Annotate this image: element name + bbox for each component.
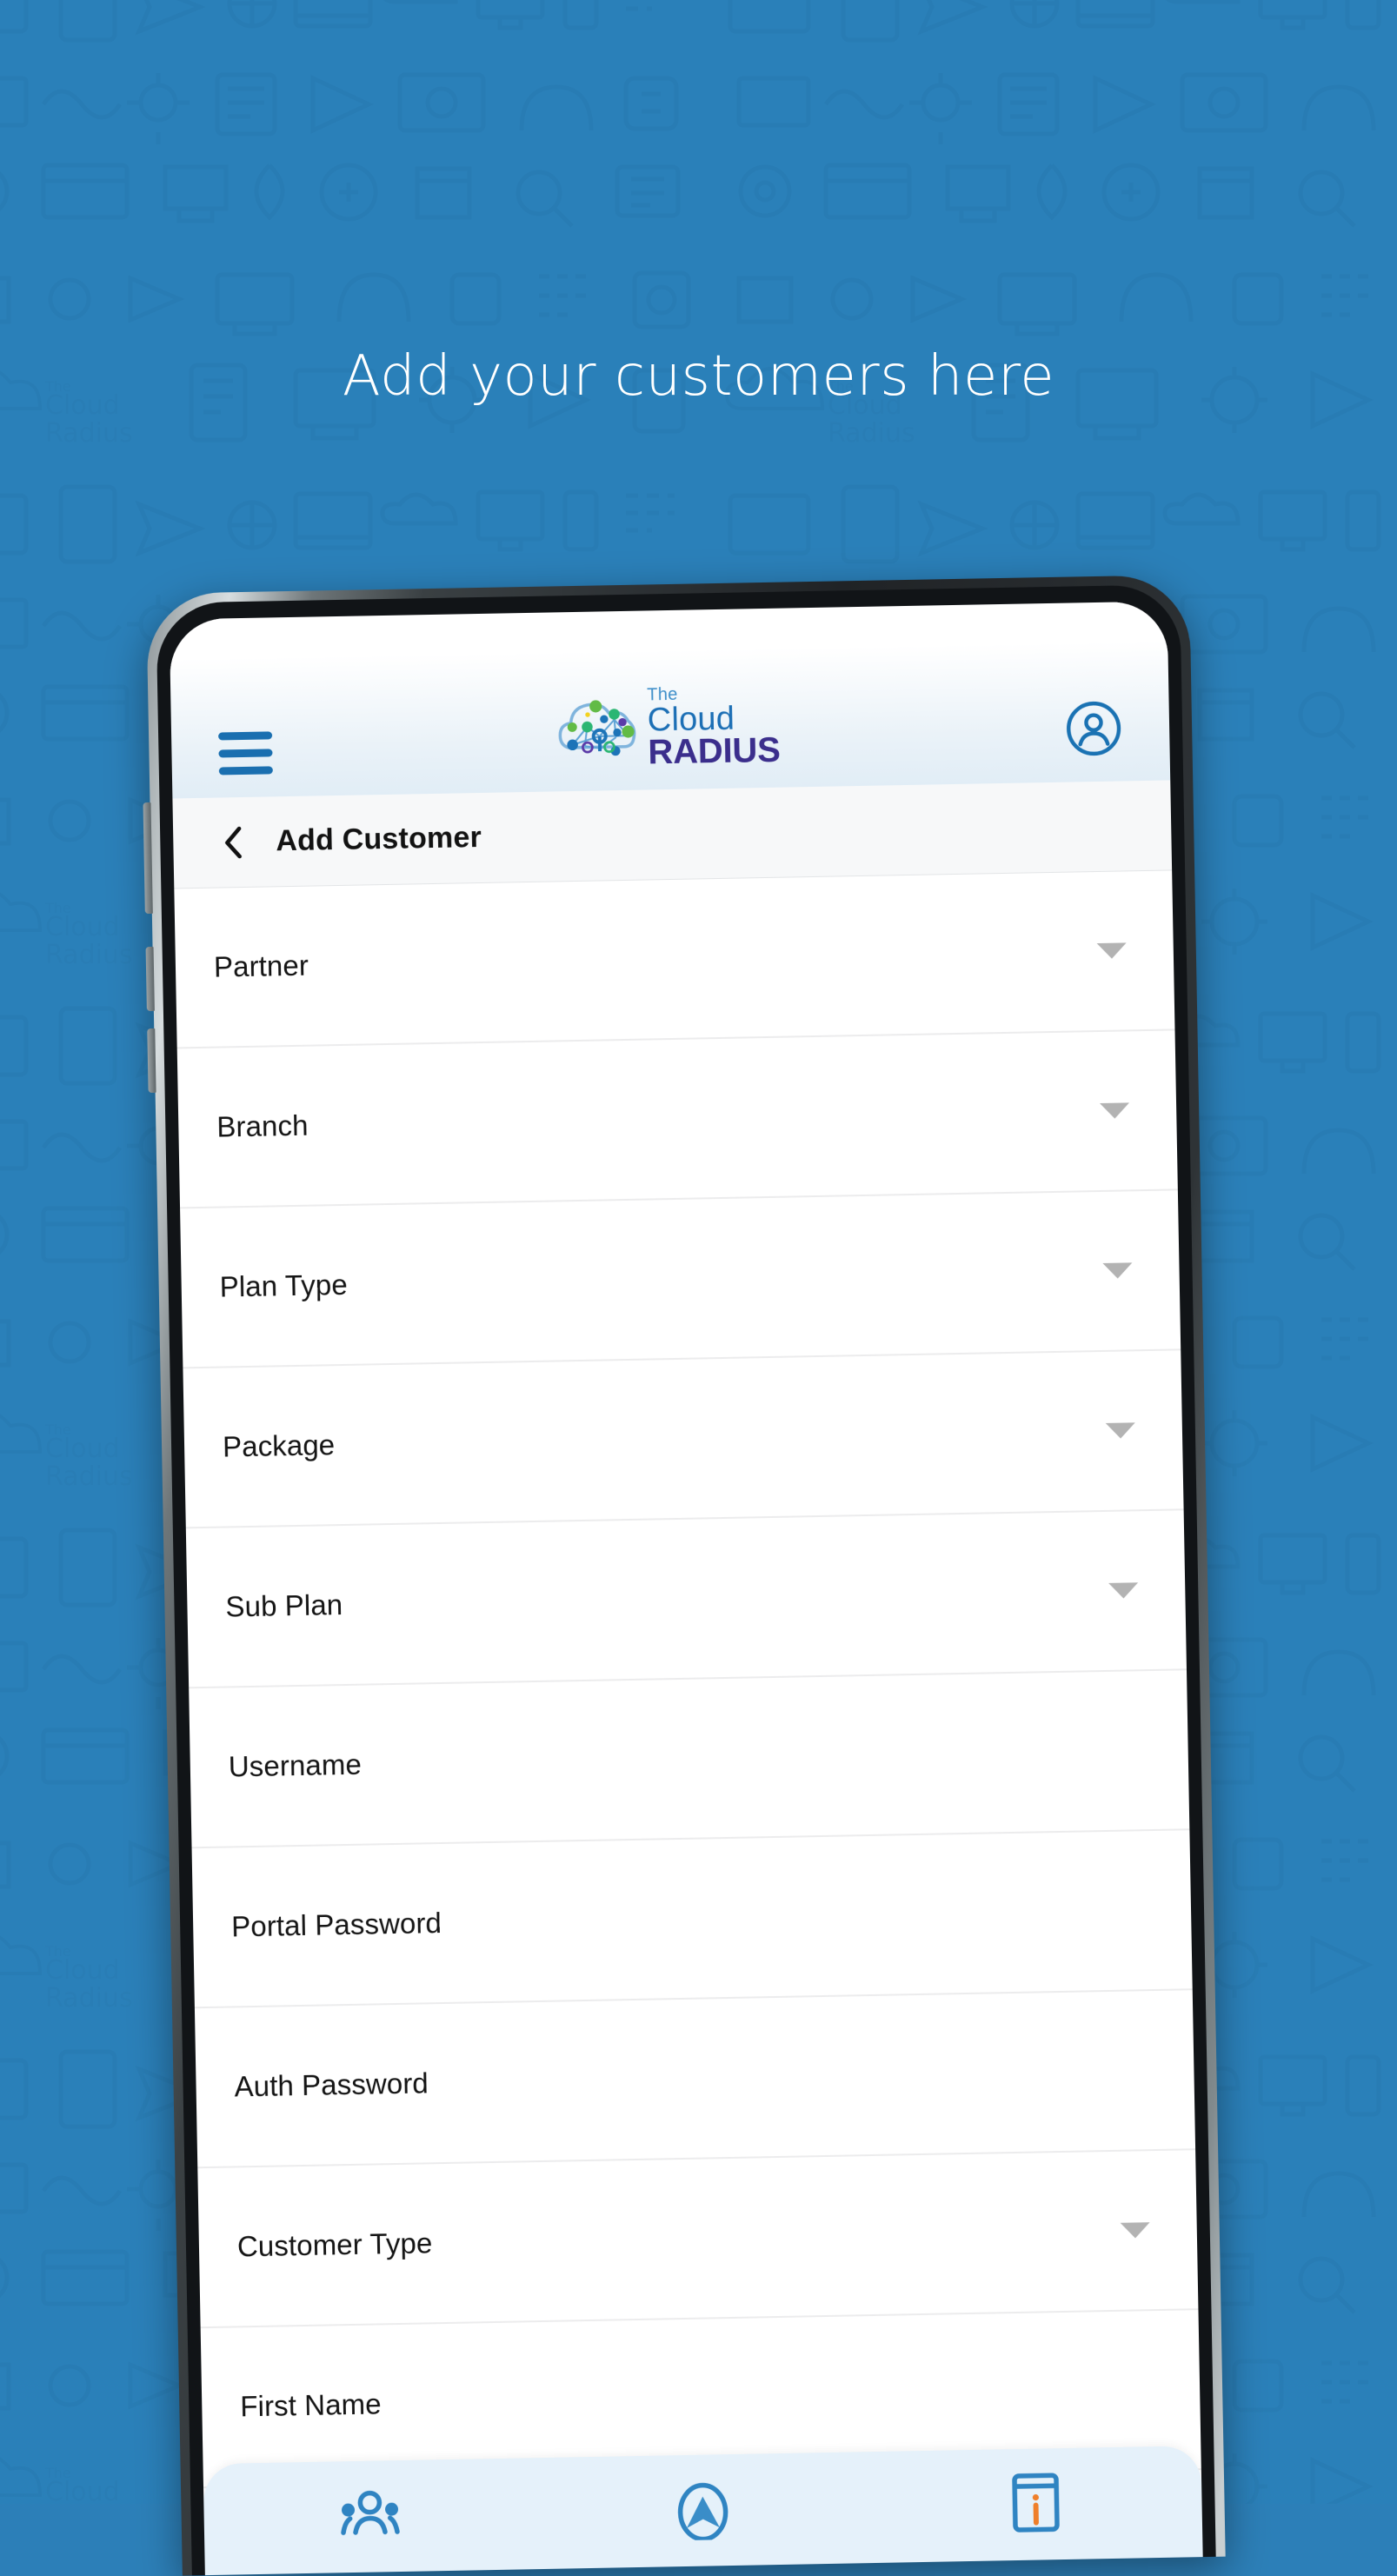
chevron-down-icon[interactable]	[1102, 1262, 1133, 1279]
hamburger-bar-3	[218, 766, 273, 775]
chevron-down-icon[interactable]	[1120, 2222, 1150, 2239]
field-label-portal-password: Portal Password	[230, 1907, 442, 1943]
phone-power-button	[147, 1028, 156, 1094]
phone-volume-down-button	[145, 946, 155, 1012]
hamburger-bar-2	[218, 749, 273, 758]
back-chevron-icon[interactable]	[222, 824, 245, 859]
phone-mockup: The Cloud RADIUS Add Customer Partner Br…	[143, 575, 1226, 2576]
nav-item-customers[interactable]	[322, 2483, 418, 2539]
field-label-customer-type: Customer Type	[236, 2227, 433, 2263]
chevron-down-icon[interactable]	[1100, 1102, 1130, 1119]
hamburger-menu-icon[interactable]	[218, 731, 273, 775]
field-label-first-name: First Name	[239, 2387, 382, 2423]
field-plan-type[interactable]: Plan Type	[180, 1190, 1181, 1369]
chevron-down-icon[interactable]	[1108, 1582, 1139, 1599]
field-label-branch: Branch	[216, 1108, 309, 1143]
field-label-package: Package	[222, 1428, 336, 1463]
field-username[interactable]: Username	[189, 1670, 1190, 1849]
page-headline: Add your customers here	[342, 344, 1055, 409]
field-label-auth-password: Auth Password	[234, 2067, 429, 2103]
add-customer-form: Partner Branch Plan Type Package Sub Pla…	[174, 870, 1201, 2489]
field-partner[interactable]: Partner	[174, 870, 1175, 1049]
app-logo-text: The Cloud RADIUS	[647, 683, 781, 772]
field-package[interactable]: Package	[183, 1350, 1184, 1529]
field-customer-type[interactable]: Customer Type	[197, 2150, 1199, 2329]
field-portal-password[interactable]: Portal Password	[191, 1830, 1193, 2009]
field-sub-plan[interactable]: Sub Plan	[185, 1510, 1187, 1689]
customers-group-icon	[341, 2490, 401, 2535]
info-document-icon	[1011, 2473, 1060, 2533]
chevron-down-icon[interactable]	[1096, 942, 1127, 960]
chevron-down-icon[interactable]	[1105, 1422, 1136, 1439]
bottom-navigation-bar	[203, 2446, 1203, 2576]
field-label-plan-type: Plan Type	[219, 1268, 349, 1303]
phone-screen: The Cloud RADIUS Add Customer Partner Br…	[169, 601, 1203, 2576]
app-header: The Cloud RADIUS	[169, 601, 1171, 799]
nav-item-info[interactable]	[987, 2471, 1083, 2535]
field-label-username: Username	[228, 1747, 363, 1783]
cloud-network-logo-icon	[558, 700, 636, 756]
user-account-icon[interactable]	[1065, 699, 1123, 757]
app-logo: The Cloud RADIUS	[556, 683, 781, 772]
page-title: Add Customer	[275, 820, 482, 858]
logo-radius-text: RADIUS	[648, 730, 781, 772]
hamburger-bar-1	[218, 731, 273, 741]
upload-arrow-circle-icon	[677, 2482, 728, 2541]
field-auth-password[interactable]: Auth Password	[194, 1990, 1196, 2169]
field-label-sub-plan: Sub Plan	[225, 1588, 343, 1623]
nav-item-upload[interactable]	[655, 2477, 751, 2541]
field-branch[interactable]: Branch	[176, 1030, 1178, 1209]
field-label-partner: Partner	[213, 949, 309, 983]
